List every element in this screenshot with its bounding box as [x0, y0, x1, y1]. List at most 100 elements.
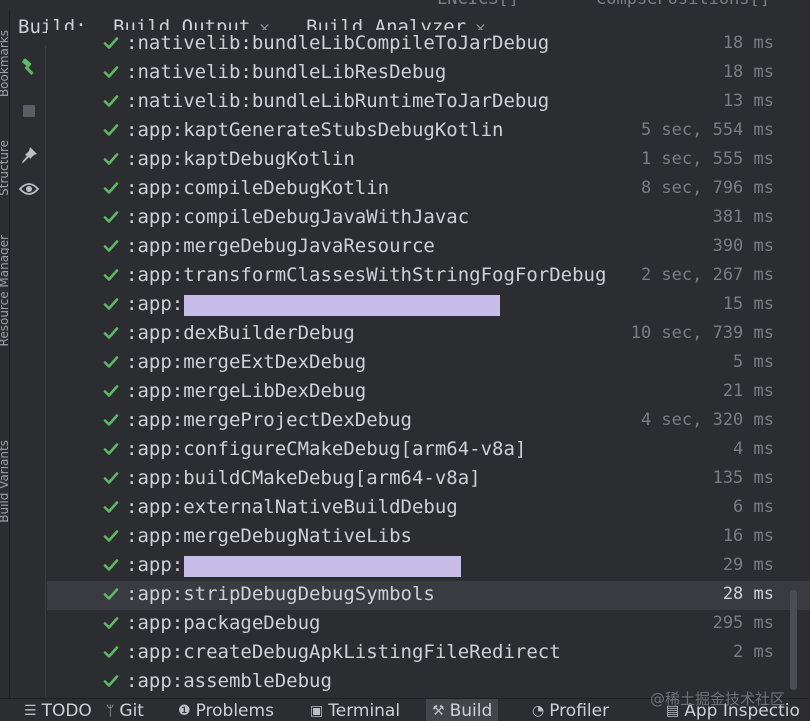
- task-name: :app:dexBuilderDebug: [126, 322, 355, 344]
- task-duration: 390 ms: [712, 236, 774, 256]
- task-duration: 295 ms: [712, 613, 774, 633]
- task-name: :app:mergeDebugJavaResource: [126, 235, 435, 257]
- task-row[interactable]: :nativelib:bundleLibResDebug 18 ms: [47, 59, 810, 88]
- bottom-tab-profiler[interactable]: ◔ Profiler: [526, 699, 615, 721]
- task-name: :app:mergeExtDexDebug: [126, 351, 367, 373]
- bottom-tab-build[interactable]: ⚒ Build: [426, 699, 499, 721]
- task-duration: 21 ms: [722, 381, 774, 401]
- checkmark-icon: [103, 646, 119, 658]
- build-toolbar: [10, 46, 46, 698]
- terminal-icon: ▣: [310, 702, 324, 719]
- checkmark-icon: [103, 414, 119, 426]
- task-name: :nativelib:bundleLibResDebug: [126, 61, 447, 83]
- task-duration: 5 sec, 554 ms: [640, 120, 774, 140]
- checkmark-icon: [103, 559, 119, 571]
- task-row[interactable]: :app: 29 ms: [47, 552, 810, 581]
- task-row[interactable]: :app:createDebugApkListingFileRedirect 2 …: [47, 639, 810, 668]
- task-row[interactable]: :app:mergeProjectDexDebug 4 sec, 320 ms: [47, 407, 810, 436]
- watermark: @稀土掘金技术社区: [650, 690, 786, 708]
- problems-icon: ❶: [178, 702, 191, 719]
- task-row[interactable]: :app:dexBuilderDebug 10 sec, 739 ms: [47, 320, 810, 349]
- editor-tab-fragment: LNCICS[]: [437, 0, 519, 9]
- task-row[interactable]: :app: 15 ms: [47, 291, 810, 320]
- task-name: :app:mergeLibDexDebug: [126, 380, 367, 402]
- tool-tab-structure[interactable]: Structure: [0, 140, 9, 196]
- task-duration: 10 sec, 739 ms: [630, 323, 774, 343]
- task-duration: 15 ms: [722, 294, 774, 314]
- task-name: :app:packageDebug: [126, 612, 321, 634]
- task-row[interactable]: :app:externalNativeBuildDebug 6 ms: [47, 494, 810, 523]
- checkmark-icon: [103, 617, 119, 629]
- tool-tab-bookmarks[interactable]: Bookmarks: [0, 30, 9, 97]
- git-branch-icon: ᛘ: [106, 702, 115, 719]
- checkmark-icon: [103, 588, 119, 600]
- task-duration: 5 ms: [733, 352, 774, 372]
- task-row[interactable]: :app:stripDebugDebugSymbols 28 ms: [47, 581, 810, 610]
- hammer-icon[interactable]: [19, 57, 39, 77]
- task-duration: 18 ms: [722, 33, 774, 53]
- redaction-block: [184, 556, 461, 577]
- task-row[interactable]: :app:kaptGenerateStubsDebugKotlin 5 sec, …: [47, 117, 810, 146]
- task-row[interactable]: :nativelib:bundleLibRuntimeToJarDebug 13 …: [47, 88, 810, 117]
- task-row[interactable]: :app:mergeLibDexDebug 21 ms: [47, 378, 810, 407]
- task-row[interactable]: :nativelib:bundleLibCompileToJarDebug 18 …: [47, 30, 810, 59]
- build-task-list: :nativelib:bundleLibCompileToJarDebug 18 …: [47, 30, 810, 698]
- checkmark-icon: [103, 385, 119, 397]
- checkmark-icon: [103, 675, 119, 687]
- checkmark-icon: [103, 153, 119, 165]
- task-row[interactable]: :app:mergeDebugNativeLibs 16 ms: [47, 523, 810, 552]
- task-duration: 4 ms: [733, 439, 774, 459]
- task-name: :app:stripDebugDebugSymbols: [126, 583, 435, 605]
- task-row[interactable]: :app:kaptDebugKotlin 1 sec, 555 ms: [47, 146, 810, 175]
- bottom-tab-problems[interactable]: ❶ Problems: [172, 699, 280, 721]
- task-name: :app:externalNativeBuildDebug: [126, 496, 458, 518]
- task-row[interactable]: :app:configureCMakeDebug[arm64-v8a] 4 ms: [47, 436, 810, 465]
- task-name: :app:compileDebugJavaWithJavac: [126, 206, 470, 228]
- task-row[interactable]: :app:mergeDebugJavaResource 390 ms: [47, 233, 810, 262]
- task-row[interactable]: :app:mergeExtDexDebug 5 ms: [47, 349, 810, 378]
- stop-icon[interactable]: [19, 101, 39, 121]
- checkmark-icon: [103, 269, 119, 281]
- task-name: :app:buildCMakeDebug[arm64-v8a]: [126, 467, 481, 489]
- task-duration: 381 ms: [712, 207, 774, 227]
- eye-icon[interactable]: [19, 179, 39, 199]
- task-row[interactable]: :app:compileDebugJavaWithJavac 381 ms: [47, 204, 810, 233]
- profiler-icon: ◔: [532, 702, 545, 719]
- pin-icon[interactable]: [19, 145, 39, 165]
- task-name: :app:kaptGenerateStubsDebugKotlin: [126, 119, 504, 141]
- checkmark-icon: [103, 95, 119, 107]
- tool-tab-resource-manager[interactable]: Resource Manager: [0, 235, 9, 346]
- task-name: :app:kaptDebugKotlin: [126, 148, 355, 170]
- task-name: :app:createDebugApkListingFileRedirect: [126, 641, 561, 663]
- task-row[interactable]: :app:compileDebugKotlin 8 sec, 796 ms: [47, 175, 810, 204]
- left-tool-window-strip: Bookmarks Structure Resource Manager Bui…: [0, 10, 10, 698]
- task-duration: 8 sec, 796 ms: [640, 178, 774, 198]
- task-name: :nativelib:bundleLibRuntimeToJarDebug: [126, 90, 550, 112]
- editor-tabs-strip: LNCICS[] CompsePositions[]: [0, 0, 810, 10]
- checkmark-icon: [103, 240, 119, 252]
- task-duration: 2 ms: [733, 642, 774, 662]
- tool-tab-build-variants[interactable]: Build Variants: [0, 440, 9, 523]
- task-name: :app:mergeProjectDexDebug: [126, 409, 412, 431]
- task-name: :app:mergeDebugNativeLibs: [126, 525, 412, 547]
- bottom-tab-terminal[interactable]: ▣ Terminal: [304, 699, 406, 721]
- checkmark-icon: [103, 501, 119, 513]
- task-duration: 135 ms: [712, 468, 774, 488]
- checkmark-icon: [103, 327, 119, 339]
- task-row[interactable]: :app:buildCMakeDebug[arm64-v8a] 135 ms: [47, 465, 810, 494]
- scrollbar-thumb[interactable]: [790, 590, 797, 690]
- task-row[interactable]: :app:packageDebug 295 ms: [47, 610, 810, 639]
- bottom-tab-git[interactable]: ᛘ Git: [100, 699, 150, 721]
- checkmark-icon: [103, 182, 119, 194]
- task-name: :app:: [126, 554, 184, 576]
- list-icon: ☰: [24, 702, 37, 719]
- bottom-tab-todo[interactable]: ☰ TODO: [18, 699, 98, 721]
- checkmark-icon: [103, 66, 119, 78]
- task-duration: 28 ms: [722, 584, 774, 604]
- task-name: :app:configureCMakeDebug[arm64-v8a]: [126, 438, 527, 460]
- checkmark-icon: [103, 211, 119, 223]
- task-duration: 16 ms: [722, 526, 774, 546]
- task-duration: 1 sec, 555 ms: [640, 149, 774, 169]
- editor-tab-fragment: CompsePositions[]: [596, 0, 770, 9]
- task-row[interactable]: :app:transformClassesWithStringFogForDeb…: [47, 262, 810, 291]
